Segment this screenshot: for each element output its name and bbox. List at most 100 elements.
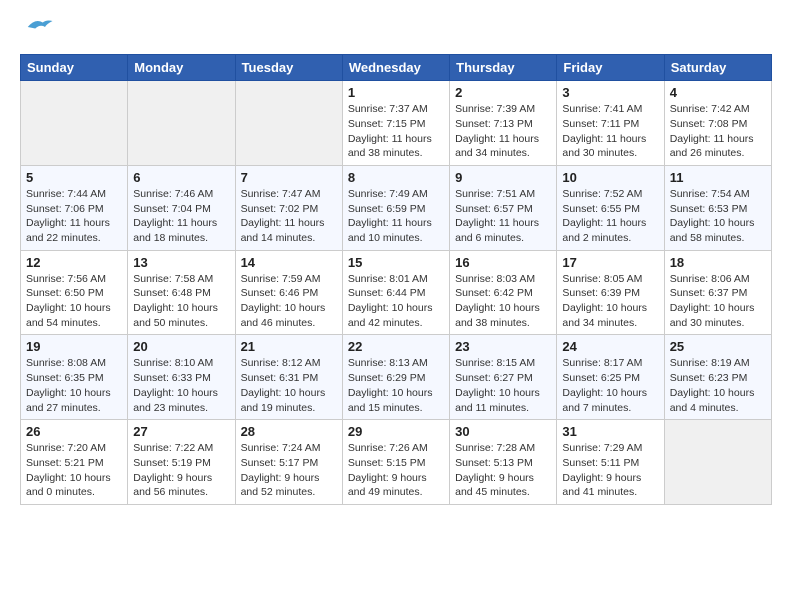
calendar-cell: 15 Sunrise: 8:01 AM Sunset: 6:44 PM Dayli… xyxy=(342,250,449,335)
day-info: Sunrise: 8:19 AM Sunset: 6:23 PM Dayligh… xyxy=(670,356,766,415)
calendar-cell: 18 Sunrise: 8:06 AM Sunset: 6:37 PM Dayli… xyxy=(664,250,771,335)
calendar-cell: 3 Sunrise: 7:41 AM Sunset: 7:11 PM Daylig… xyxy=(557,81,664,166)
column-header-monday: Monday xyxy=(128,55,235,81)
day-number: 17 xyxy=(562,255,658,270)
calendar-cell: 27 Sunrise: 7:22 AM Sunset: 5:19 PM Dayli… xyxy=(128,420,235,505)
day-number: 25 xyxy=(670,339,766,354)
day-info: Sunrise: 7:51 AM Sunset: 6:57 PM Dayligh… xyxy=(455,187,551,246)
day-number: 5 xyxy=(26,170,122,185)
day-number: 10 xyxy=(562,170,658,185)
column-header-wednesday: Wednesday xyxy=(342,55,449,81)
calendar-cell: 31 Sunrise: 7:29 AM Sunset: 5:11 PM Dayli… xyxy=(557,420,664,505)
day-number: 3 xyxy=(562,85,658,100)
day-info: Sunrise: 7:39 AM Sunset: 7:13 PM Dayligh… xyxy=(455,102,551,161)
day-info: Sunrise: 8:08 AM Sunset: 6:35 PM Dayligh… xyxy=(26,356,122,415)
day-info: Sunrise: 8:05 AM Sunset: 6:39 PM Dayligh… xyxy=(562,272,658,331)
day-number: 21 xyxy=(241,339,337,354)
calendar-cell: 29 Sunrise: 7:26 AM Sunset: 5:15 PM Dayli… xyxy=(342,420,449,505)
day-number: 13 xyxy=(133,255,229,270)
calendar-cell: 5 Sunrise: 7:44 AM Sunset: 7:06 PM Daylig… xyxy=(21,165,128,250)
day-number: 6 xyxy=(133,170,229,185)
day-number: 26 xyxy=(26,424,122,439)
day-number: 29 xyxy=(348,424,444,439)
calendar-cell: 14 Sunrise: 7:59 AM Sunset: 6:46 PM Dayli… xyxy=(235,250,342,335)
day-info: Sunrise: 7:46 AM Sunset: 7:04 PM Dayligh… xyxy=(133,187,229,246)
day-number: 9 xyxy=(455,170,551,185)
day-info: Sunrise: 7:42 AM Sunset: 7:08 PM Dayligh… xyxy=(670,102,766,161)
day-info: Sunrise: 7:58 AM Sunset: 6:48 PM Dayligh… xyxy=(133,272,229,331)
day-number: 23 xyxy=(455,339,551,354)
page-header xyxy=(20,20,772,44)
day-number: 20 xyxy=(133,339,229,354)
day-number: 1 xyxy=(348,85,444,100)
calendar-cell: 1Sunrise: 7:37 AM Sunset: 7:15 PM Daylig… xyxy=(342,81,449,166)
day-number: 28 xyxy=(241,424,337,439)
calendar-cell: 9 Sunrise: 7:51 AM Sunset: 6:57 PM Daylig… xyxy=(450,165,557,250)
day-number: 4 xyxy=(670,85,766,100)
day-info: Sunrise: 7:29 AM Sunset: 5:11 PM Dayligh… xyxy=(562,441,658,500)
day-number: 30 xyxy=(455,424,551,439)
day-info: Sunrise: 7:28 AM Sunset: 5:13 PM Dayligh… xyxy=(455,441,551,500)
calendar-cell: 6 Sunrise: 7:46 AM Sunset: 7:04 PM Daylig… xyxy=(128,165,235,250)
day-info: Sunrise: 7:52 AM Sunset: 6:55 PM Dayligh… xyxy=(562,187,658,246)
day-info: Sunrise: 7:26 AM Sunset: 5:15 PM Dayligh… xyxy=(348,441,444,500)
calendar-cell xyxy=(128,81,235,166)
calendar-cell: 2 Sunrise: 7:39 AM Sunset: 7:13 PM Daylig… xyxy=(450,81,557,166)
day-number: 31 xyxy=(562,424,658,439)
calendar-week-row: 19 Sunrise: 8:08 AM Sunset: 6:35 PM Dayli… xyxy=(21,335,772,420)
day-info: Sunrise: 7:22 AM Sunset: 5:19 PM Dayligh… xyxy=(133,441,229,500)
day-info: Sunrise: 8:03 AM Sunset: 6:42 PM Dayligh… xyxy=(455,272,551,331)
day-number: 16 xyxy=(455,255,551,270)
logo-bird-icon xyxy=(24,13,54,41)
day-info: Sunrise: 8:13 AM Sunset: 6:29 PM Dayligh… xyxy=(348,356,444,415)
day-number: 27 xyxy=(133,424,229,439)
day-number: 2 xyxy=(455,85,551,100)
column-header-friday: Friday xyxy=(557,55,664,81)
calendar-cell: 24 Sunrise: 8:17 AM Sunset: 6:25 PM Dayli… xyxy=(557,335,664,420)
column-header-thursday: Thursday xyxy=(450,55,557,81)
calendar-cell: 16 Sunrise: 8:03 AM Sunset: 6:42 PM Dayli… xyxy=(450,250,557,335)
day-info: Sunrise: 8:17 AM Sunset: 6:25 PM Dayligh… xyxy=(562,356,658,415)
day-info: Sunrise: 8:15 AM Sunset: 6:27 PM Dayligh… xyxy=(455,356,551,415)
day-info: Sunrise: 7:41 AM Sunset: 7:11 PM Dayligh… xyxy=(562,102,658,161)
calendar-cell: 23 Sunrise: 8:15 AM Sunset: 6:27 PM Dayli… xyxy=(450,335,557,420)
calendar-cell xyxy=(235,81,342,166)
calendar-cell: 4 Sunrise: 7:42 AM Sunset: 7:08 PM Daylig… xyxy=(664,81,771,166)
calendar-week-row: 12 Sunrise: 7:56 AM Sunset: 6:50 PM Dayli… xyxy=(21,250,772,335)
calendar-week-row: 1Sunrise: 7:37 AM Sunset: 7:15 PM Daylig… xyxy=(21,81,772,166)
calendar-cell: 19 Sunrise: 8:08 AM Sunset: 6:35 PM Dayli… xyxy=(21,335,128,420)
day-info: Sunrise: 7:54 AM Sunset: 6:53 PM Dayligh… xyxy=(670,187,766,246)
day-number: 8 xyxy=(348,170,444,185)
day-number: 15 xyxy=(348,255,444,270)
day-info: Sunrise: 8:10 AM Sunset: 6:33 PM Dayligh… xyxy=(133,356,229,415)
calendar-cell xyxy=(21,81,128,166)
day-info: Sunrise: 8:12 AM Sunset: 6:31 PM Dayligh… xyxy=(241,356,337,415)
calendar-week-row: 5 Sunrise: 7:44 AM Sunset: 7:06 PM Daylig… xyxy=(21,165,772,250)
day-number: 22 xyxy=(348,339,444,354)
calendar-cell: 11Sunrise: 7:54 AM Sunset: 6:53 PM Dayli… xyxy=(664,165,771,250)
day-info: Sunrise: 8:06 AM Sunset: 6:37 PM Dayligh… xyxy=(670,272,766,331)
calendar-cell: 7Sunrise: 7:47 AM Sunset: 7:02 PM Daylig… xyxy=(235,165,342,250)
day-info: Sunrise: 7:44 AM Sunset: 7:06 PM Dayligh… xyxy=(26,187,122,246)
day-number: 12 xyxy=(26,255,122,270)
calendar-cell: 20 Sunrise: 8:10 AM Sunset: 6:33 PM Dayli… xyxy=(128,335,235,420)
day-info: Sunrise: 7:20 AM Sunset: 5:21 PM Dayligh… xyxy=(26,441,122,500)
calendar-cell xyxy=(664,420,771,505)
calendar-cell: 13 Sunrise: 7:58 AM Sunset: 6:48 PM Dayli… xyxy=(128,250,235,335)
column-header-sunday: Sunday xyxy=(21,55,128,81)
logo xyxy=(20,20,54,44)
calendar-cell: 17 Sunrise: 8:05 AM Sunset: 6:39 PM Dayli… xyxy=(557,250,664,335)
day-number: 14 xyxy=(241,255,337,270)
day-info: Sunrise: 8:01 AM Sunset: 6:44 PM Dayligh… xyxy=(348,272,444,331)
calendar-cell: 21 Sunrise: 8:12 AM Sunset: 6:31 PM Dayli… xyxy=(235,335,342,420)
day-info: Sunrise: 7:24 AM Sunset: 5:17 PM Dayligh… xyxy=(241,441,337,500)
calendar-cell: 12 Sunrise: 7:56 AM Sunset: 6:50 PM Dayli… xyxy=(21,250,128,335)
day-info: Sunrise: 7:47 AM Sunset: 7:02 PM Dayligh… xyxy=(241,187,337,246)
day-number: 18 xyxy=(670,255,766,270)
calendar-table: SundayMondayTuesdayWednesdayThursdayFrid… xyxy=(20,54,772,505)
day-info: Sunrise: 7:56 AM Sunset: 6:50 PM Dayligh… xyxy=(26,272,122,331)
day-info: Sunrise: 7:59 AM Sunset: 6:46 PM Dayligh… xyxy=(241,272,337,331)
day-number: 24 xyxy=(562,339,658,354)
day-number: 19 xyxy=(26,339,122,354)
calendar-cell: 26 Sunrise: 7:20 AM Sunset: 5:21 PM Dayli… xyxy=(21,420,128,505)
